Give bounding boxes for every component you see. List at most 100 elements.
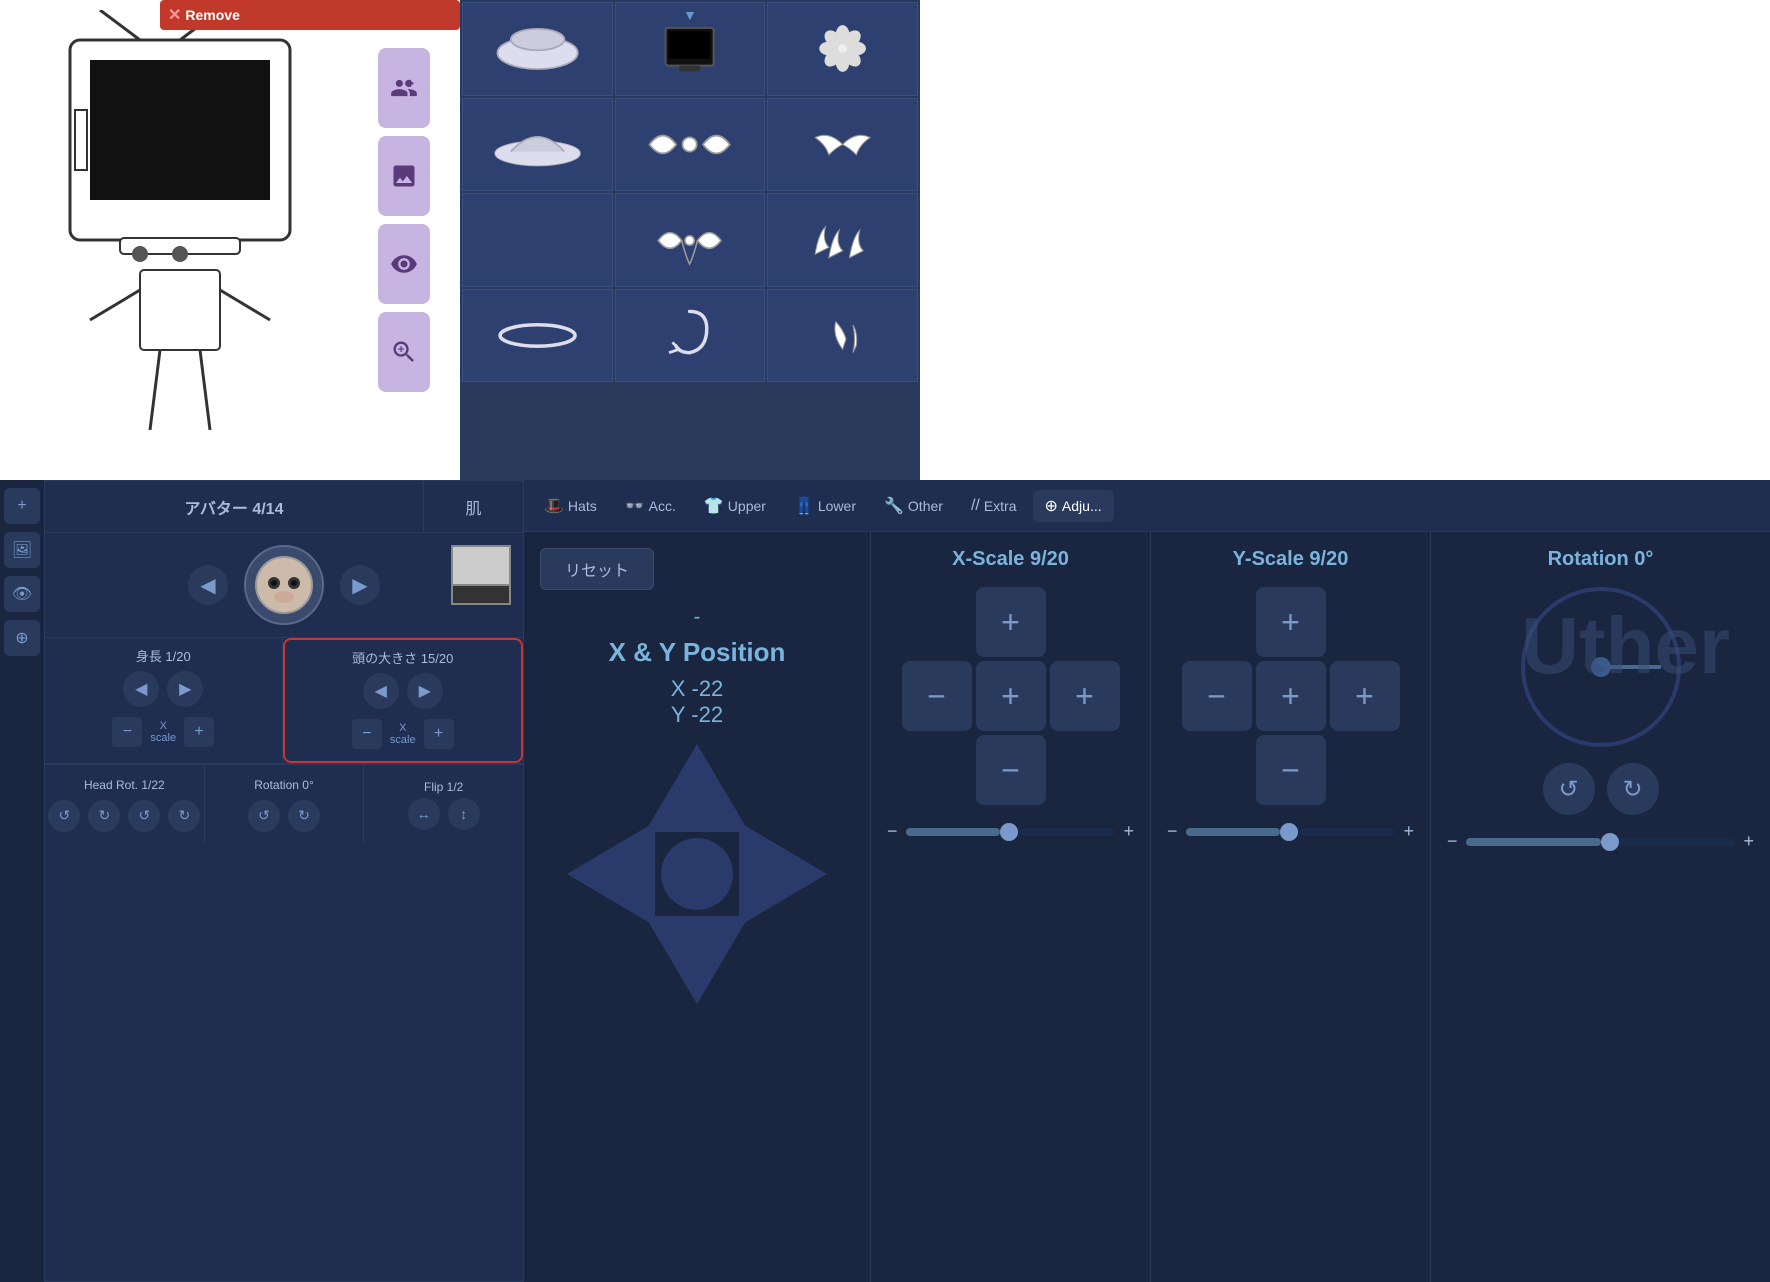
head-size-arrows: ◀ ▶ xyxy=(363,673,443,709)
acc-cell-ear1[interactable] xyxy=(767,289,918,383)
x-scale-down-button[interactable]: − xyxy=(976,735,1046,805)
head-scale-minus-button[interactable]: − xyxy=(352,719,382,749)
y-scale-slider-track[interactable] xyxy=(1186,828,1396,836)
flip-right-button[interactable]: ↕ xyxy=(448,798,480,830)
height-scale-plus-button[interactable]: + xyxy=(184,717,214,747)
xy-values: X -22 Y -22 xyxy=(671,676,724,728)
acc-cell-empty1[interactable] xyxy=(462,193,613,287)
x-scale-up-button[interactable]: + xyxy=(976,587,1046,657)
avatar-next-button[interactable]: ▶ xyxy=(340,565,380,605)
left-sidebar-eye-btn[interactable]: 👁 xyxy=(4,576,40,612)
head-rot-cw2-button[interactable]: ↻ xyxy=(168,800,200,832)
rotation-slider-thumb xyxy=(1601,833,1619,851)
rotation-ccw-panel-button[interactable]: ↺ xyxy=(1543,763,1595,815)
rotation-cw-button[interactable]: ↻ xyxy=(288,800,320,832)
acc-cell-flower[interactable] xyxy=(767,2,918,96)
x-scale-left-button[interactable]: − xyxy=(902,661,972,731)
dpad-center xyxy=(661,838,733,910)
avatar-customization-panel: アバター 4/14 肌 ◀ ▶ xyxy=(44,480,524,1282)
height-decrease-button[interactable]: ◀ xyxy=(123,671,159,707)
dpad-left-button[interactable] xyxy=(567,822,655,926)
acc-cell-hat2[interactable] xyxy=(462,98,613,192)
left-sidebar: + 🖼 👁 ⊕ xyxy=(0,480,44,1282)
head-rot-cw-button[interactable]: ↻ xyxy=(88,800,120,832)
y-scale-down-button[interactable]: − xyxy=(1256,735,1326,805)
tab-lower[interactable]: 👖 Lower xyxy=(782,490,868,522)
rotation-label: Rotation 0° xyxy=(254,778,314,792)
dpad-right-button[interactable] xyxy=(739,822,827,926)
skin-button[interactable]: 肌 xyxy=(423,481,523,532)
body-sliders: 身長 1/20 ◀ ▶ − Xscale + 頭の大きさ 15/20 ◀ ▶ xyxy=(45,638,523,764)
reset-button[interactable]: リセット xyxy=(540,548,654,590)
acc-cell-halo[interactable] xyxy=(462,289,613,383)
head-scale-plus-button[interactable]: + xyxy=(424,719,454,749)
x-scale-slider-plus: + xyxy=(1123,821,1134,842)
y-scale-center-button[interactable]: + xyxy=(1256,661,1326,731)
tab-extra[interactable]: // Extra xyxy=(959,491,1029,521)
acc-cell-wings[interactable] xyxy=(767,98,918,192)
y-cross-empty-br xyxy=(1330,735,1400,805)
eye-button[interactable] xyxy=(378,224,430,304)
y-scale-title: Y-Scale 9/20 xyxy=(1233,548,1349,571)
left-sidebar-zoom-btn[interactable]: ⊕ xyxy=(4,620,40,656)
head-rot-ccw2-button[interactable]: ↺ xyxy=(128,800,160,832)
skin-light-option xyxy=(453,547,509,586)
avatar-panel-header: アバター 4/14 肌 xyxy=(45,481,523,533)
head-size-decrease-button[interactable]: ◀ xyxy=(363,673,399,709)
rotation-cw-panel-button[interactable]: ↻ xyxy=(1607,763,1659,815)
hats-tab-icon: 🎩 xyxy=(544,496,564,516)
tab-acc[interactable]: 👓 Acc. xyxy=(613,490,688,522)
dpad-down-button[interactable] xyxy=(645,916,749,1004)
tab-hats[interactable]: 🎩 Hats xyxy=(532,490,609,522)
avatar-prev-button[interactable]: ◀ xyxy=(188,565,228,605)
tabs-row: 🎩 Hats 👓 Acc. 👕 Upper 👖 Lower 🔧 Other // xyxy=(524,480,1770,532)
head-rot-ccw-button[interactable]: ↺ xyxy=(48,800,80,832)
add-user-button[interactable] xyxy=(378,48,430,128)
rotation-control[interactable]: Rotation 0° ↺ ↻ xyxy=(205,765,365,844)
flip-control[interactable]: Flip 1/2 ↔ ↕ xyxy=(364,765,523,844)
rotation-ccw-button[interactable]: ↺ xyxy=(248,800,280,832)
image-button[interactable] xyxy=(378,136,430,216)
lower-tab-icon: 👖 xyxy=(794,496,814,516)
selection-arrow: ▼ xyxy=(683,7,697,23)
y-scale-up-button[interactable]: + xyxy=(1256,587,1326,657)
dash-separator: - xyxy=(694,606,701,629)
cap-icon xyxy=(493,117,582,172)
acc-cell-bow2[interactable] xyxy=(615,193,766,287)
rotation-slider-track[interactable] xyxy=(1466,838,1736,846)
halo-icon xyxy=(493,308,582,363)
dpad-up-button[interactable] xyxy=(645,744,749,832)
y-scale-left-button[interactable]: − xyxy=(1182,661,1252,731)
tab-other[interactable]: 🔧 Other xyxy=(872,490,955,522)
height-increase-button[interactable]: ▶ xyxy=(167,671,203,707)
x-scale-slider-track[interactable] xyxy=(906,828,1116,836)
height-scale-minus-button[interactable]: − xyxy=(112,717,142,747)
height-scale-label: Xscale xyxy=(150,720,176,744)
x-scale-right-button[interactable]: + xyxy=(1050,661,1120,731)
tab-adjust[interactable]: ⊕ Adju... xyxy=(1033,490,1114,522)
skin-color-selector[interactable] xyxy=(451,545,511,605)
flip-left-button[interactable]: ↔ xyxy=(408,798,440,830)
acc-cell-hook[interactable] xyxy=(615,289,766,383)
head-size-increase-button[interactable]: ▶ xyxy=(407,673,443,709)
remove-bar[interactable]: ✕ Remove xyxy=(160,0,460,30)
y-scale-panel: Y-Scale 9/20 + − + + − − xyxy=(1150,532,1430,1282)
left-sidebar-image-btn[interactable]: 🖼 xyxy=(4,532,40,568)
zoom-button[interactable] xyxy=(378,312,430,392)
y-scale-slider-fill xyxy=(1186,828,1280,836)
bottom-section: + 🖼 👁 ⊕ アバター 4/14 肌 ◀ ▶ xyxy=(0,480,1770,1282)
height-arrows: ◀ ▶ xyxy=(123,671,203,707)
acc-cell-tv[interactable]: ▼ xyxy=(615,2,766,96)
y-cross-empty-bl xyxy=(1182,735,1252,805)
tab-upper[interactable]: 👕 Upper xyxy=(692,490,778,522)
y-scale-right-button[interactable]: + xyxy=(1330,661,1400,731)
head-rotation-control[interactable]: Head Rot. 1/22 ↺ ↻ ↺ ↻ xyxy=(45,765,205,844)
x-scale-center-button[interactable]: + xyxy=(976,661,1046,731)
avatar-face-svg xyxy=(254,555,314,615)
acc-cell-claws[interactable] xyxy=(767,193,918,287)
acc-cell-bow[interactable] xyxy=(615,98,766,192)
acc-tab-icon: 👓 xyxy=(625,496,645,516)
left-sidebar-add-btn[interactable]: + xyxy=(4,488,40,524)
x-scale-slider-minus: − xyxy=(887,821,898,842)
acc-cell-hat-visor[interactable] xyxy=(462,2,613,96)
